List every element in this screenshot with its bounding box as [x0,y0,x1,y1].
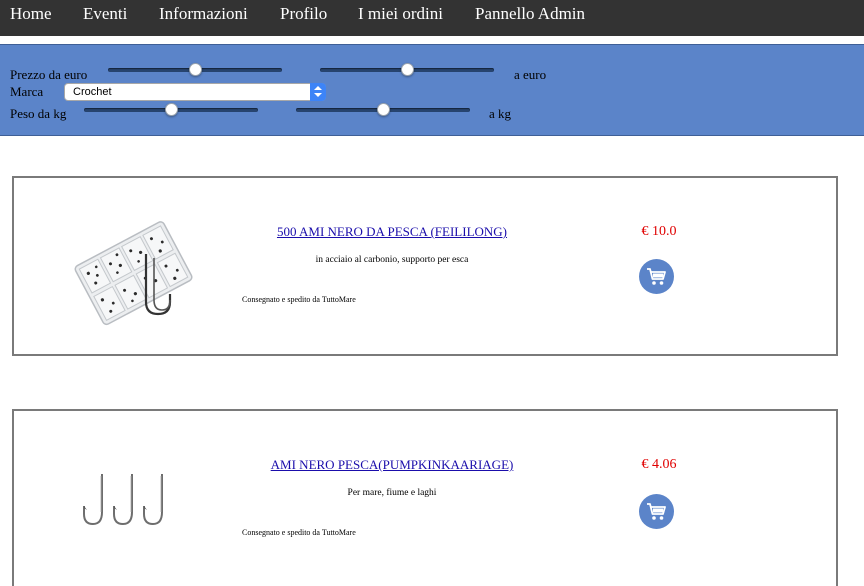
add-to-cart-button[interactable] [639,494,674,529]
nav-home-link[interactable]: Home [10,4,52,24]
nav-events-link[interactable]: Eventi [83,4,127,24]
brand-select-value: Crochet [73,86,112,98]
product-price: € 10.0 [641,224,677,239]
nav-my-orders-link[interactable]: I miei ordini [358,4,443,24]
product-description: Per mare, fiume e laghi [347,488,437,498]
add-to-cart-button[interactable] [639,259,674,294]
shopping-cart-icon [647,268,666,285]
weight-max-slider[interactable] [296,103,470,117]
price-max-slider-thumb[interactable] [401,63,414,76]
shopping-cart-icon [647,503,666,520]
chevron-updown-icon [310,83,326,101]
product-image-hook-box [74,221,193,326]
product-title-link[interactable]: AMI NERO PESCA(PUMPKINKAARIAGE) [214,457,570,473]
product-image-hooks [83,474,163,526]
product-price: € 4.06 [641,457,677,472]
price-min-slider-thumb[interactable] [189,63,202,76]
brand-label: Marca [10,84,44,99]
nav-profile-link[interactable]: Profilo [280,4,327,24]
filter-panel: Prezzo da euro a euro Marca Crochet Peso… [0,44,864,136]
product-seller: Consegnato e spedito da TuttoMare [242,295,356,304]
weight-to-label: a kg [489,106,512,121]
weight-max-slider-thumb[interactable] [377,103,390,116]
price-max-slider[interactable] [320,63,494,77]
product-seller: Consegnato e spedito da TuttoMare [242,528,356,537]
product-card: 500 AMI NERO DA PESCA (FEILILONG) in acc… [12,176,838,356]
top-navbar: Home Eventi Informazioni Profilo I miei … [0,0,864,36]
weight-from-label: Peso da kg [10,106,67,121]
price-to-label: a euro [514,67,547,82]
product-title-link[interactable]: 500 AMI NERO DA PESCA (FEILILONG) [214,224,570,240]
price-from-label: Prezzo da euro [10,67,88,82]
weight-min-slider-thumb[interactable] [165,103,178,116]
product-card: AMI NERO PESCA(PUMPKINKAARIAGE) Per mare… [12,409,838,586]
brand-select[interactable]: Crochet [64,83,326,101]
product-description: in acciaio al carbonio, supporto per esc… [315,255,469,265]
price-min-slider[interactable] [108,63,282,77]
weight-min-slider[interactable] [84,103,258,117]
nav-admin-panel-link[interactable]: Pannello Admin [475,4,585,24]
nav-info-link[interactable]: Informazioni [159,4,248,24]
